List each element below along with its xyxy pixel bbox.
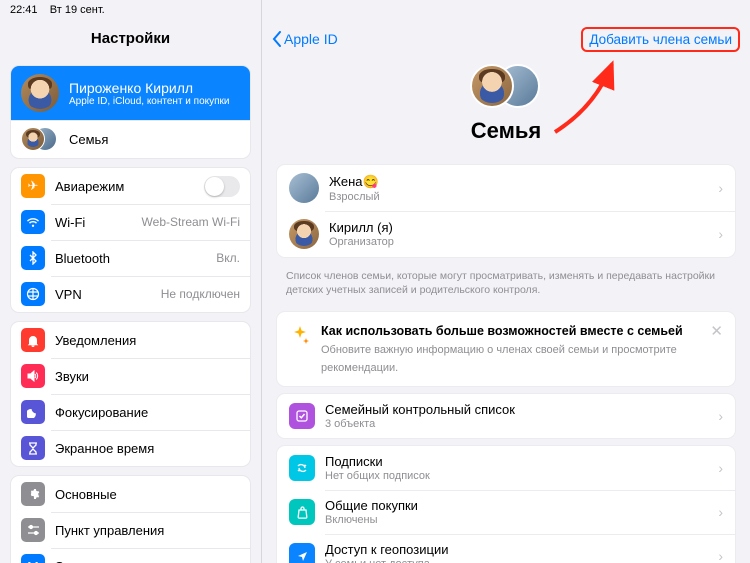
sidebar-item-screentime[interactable]: Экранное время <box>11 430 250 466</box>
sidebar-title: Настройки <box>0 24 261 57</box>
sidebar-item-focus[interactable]: Фокусирование <box>11 394 250 430</box>
member-role: Взрослый <box>329 191 718 203</box>
sound-label: Звуки <box>55 369 240 384</box>
wifi-value: Web-Stream Wi-Fi <box>142 215 240 229</box>
user-avatar-icon <box>21 74 59 112</box>
location-icon <box>289 543 315 563</box>
tip-card[interactable]: Как использовать больше возможностей вме… <box>276 311 736 387</box>
subs-sub: Нет общих подписок <box>325 470 718 482</box>
checklist-icon <box>289 403 315 429</box>
row-location-sharing[interactable]: Доступ к геопозиции У семьи нет доступа … <box>277 534 735 563</box>
loc-sub: У семьи нет доступа <box>325 558 718 563</box>
member-row[interactable]: Кирилл (я) Организатор › <box>277 211 735 257</box>
member-avatar-icon <box>289 219 319 249</box>
control-label: Пункт управления <box>55 523 240 538</box>
checklist-title: Семейный контрольный список <box>325 402 718 417</box>
sidebar-item-appleid[interactable]: Пироженко Кирилл Apple ID, iCloud, конте… <box>11 66 250 120</box>
sidebar-item-bluetooth[interactable]: Bluetooth Вкл. <box>11 240 250 276</box>
chevron-right-icon: › <box>718 460 723 476</box>
members-list: Жена😋 Взрослый › Кирилл (я) Организатор … <box>276 164 736 258</box>
back-label: Apple ID <box>284 31 338 47</box>
member-name: Кирилл (я) <box>329 220 718 235</box>
add-family-member-button[interactable]: Добавить члена семьи <box>581 27 740 52</box>
sidebar-item-wifi[interactable]: Wi-Fi Web-Stream Wi-Fi <box>11 204 250 240</box>
tip-sub: Обновите важную информацию о членах свое… <box>321 344 677 374</box>
detail-navbar: Apple ID Добавить члена семьи <box>262 22 750 56</box>
chevron-right-icon: › <box>718 226 723 242</box>
member-name: Жена😋 <box>329 174 718 190</box>
subscriptions-icon <box>289 455 315 481</box>
family-hero: Семья <box>262 56 750 158</box>
subs-title: Подписки <box>325 454 718 469</box>
speaker-icon <box>21 364 45 388</box>
loc-title: Доступ к геопозиции <box>325 542 718 557</box>
back-button[interactable]: Apple ID <box>272 31 338 47</box>
sharing-options: Подписки Нет общих подписок › Общие поку… <box>276 445 736 563</box>
sidebar-item-vpn[interactable]: VPN Не подключен <box>11 276 250 312</box>
detail-pane: Apple ID Добавить члена семьи Семья Жена… <box>262 0 750 563</box>
bell-icon <box>21 328 45 352</box>
gear-icon <box>21 482 45 506</box>
purchase-sub: Включены <box>325 514 718 526</box>
airplane-icon: ✈︎ <box>21 174 45 198</box>
row-subscriptions[interactable]: Подписки Нет общих подписок › <box>277 446 735 490</box>
purchase-title: Общие покупки <box>325 498 718 513</box>
sidebar-item-sounds[interactable]: Звуки <box>11 358 250 394</box>
screentime-label: Экранное время <box>55 441 240 456</box>
airplane-label: Авиарежим <box>55 179 204 194</box>
wifi-label: Wi-Fi <box>55 215 142 230</box>
bluetooth-icon <box>21 246 45 270</box>
status-time: 22:41 <box>10 4 38 16</box>
sidebar-item-airplane[interactable]: ✈︎ Авиарежим <box>11 168 250 204</box>
vpn-icon <box>21 282 45 306</box>
airplane-toggle[interactable] <box>204 176 240 197</box>
notif-label: Уведомления <box>55 333 240 348</box>
family-avatars-icon <box>21 126 59 152</box>
display-label: Экран и яркость <box>55 559 240 563</box>
bag-icon <box>289 499 315 525</box>
general-label: Основные <box>55 487 240 502</box>
sidebar-item-display[interactable]: AA Экран и яркость <box>11 548 250 563</box>
chevron-right-icon: › <box>718 180 723 196</box>
focus-label: Фокусирование <box>55 405 240 420</box>
wifi-settings-icon <box>21 210 45 234</box>
checklist-sub: 3 объекта <box>325 418 718 430</box>
sparkle-icon <box>289 322 311 348</box>
hourglass-icon <box>21 436 45 460</box>
bt-value: Вкл. <box>216 251 240 265</box>
vpn-value: Не подключен <box>161 287 240 301</box>
family-label: Семья <box>69 132 240 147</box>
page-title: Семья <box>262 118 750 144</box>
chevron-left-icon <box>272 31 282 47</box>
settings-sidebar: Настройки Пироженко Кирилл Apple ID, iCl… <box>0 0 262 563</box>
vpn-label: VPN <box>55 287 161 302</box>
chevron-right-icon: › <box>718 504 723 520</box>
bt-label: Bluetooth <box>55 251 216 266</box>
member-avatar-icon <box>289 173 319 203</box>
account-sub: Apple ID, iCloud, контент и покупки <box>69 96 230 107</box>
member-role: Организатор <box>329 236 718 248</box>
sidebar-item-general[interactable]: Основные <box>11 476 250 512</box>
checklist-row[interactable]: Семейный контрольный список 3 объекта › <box>276 393 736 439</box>
members-footnote: Список членов семьи, которые могут просм… <box>262 264 750 305</box>
chevron-right-icon: › <box>718 408 723 424</box>
status-date: Вт 19 сент. <box>50 4 105 16</box>
close-icon[interactable]: ✕ <box>710 322 723 376</box>
account-name: Пироженко Кирилл <box>69 80 230 96</box>
row-purchase-sharing[interactable]: Общие покупки Включены › <box>277 490 735 534</box>
sidebar-item-control-center[interactable]: Пункт управления <box>11 512 250 548</box>
tip-title: Как использовать больше возможностей вме… <box>321 324 683 338</box>
sidebar-item-notifications[interactable]: Уведомления <box>11 322 250 358</box>
family-hero-avatars-icon <box>470 62 542 110</box>
sliders-icon <box>21 518 45 542</box>
member-row[interactable]: Жена😋 Взрослый › <box>277 165 735 211</box>
chevron-right-icon: › <box>718 548 723 563</box>
sidebar-item-family[interactable]: Семья <box>11 120 250 158</box>
moon-icon <box>21 400 45 424</box>
brightness-icon: AA <box>21 554 45 563</box>
